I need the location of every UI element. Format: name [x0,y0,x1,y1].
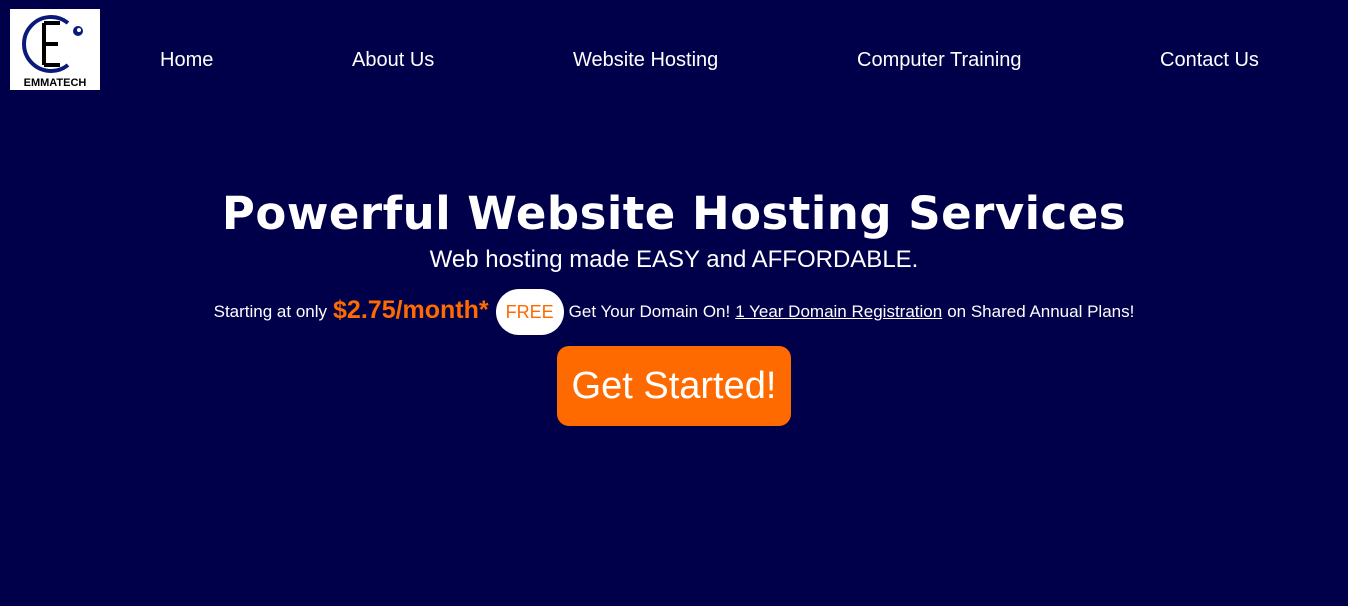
domain-registration-link[interactable]: 1 Year Domain Registration [735,302,942,322]
nav-home[interactable]: Home [160,48,213,72]
starting-text: Starting at only [213,302,328,321]
nav-about-us[interactable]: About Us [352,48,434,72]
plans-text: on Shared Annual Plans! [947,302,1135,321]
get-started-button[interactable]: Get Started! [557,346,791,426]
page: EMMATECH Home About Us Website Hosting C… [0,0,1348,606]
domain-text: Get Your Domain On! [568,302,731,321]
free-badge: FREE [495,289,564,335]
nav-website-hosting[interactable]: Website Hosting [573,48,718,72]
hero-subtitle: Web hosting made EASY and AFFORDABLE. [429,246,919,273]
price-text: $2.75/month* [333,295,489,324]
hero-title: Powerful Website Hosting Services [221,187,1127,240]
logo-text: EMMATECH [23,77,87,89]
nav-contact-us[interactable]: Contact Us [1160,48,1259,72]
offer-line: Starting at only $2.75/month* FREE Get Y… [0,288,1348,336]
nav-computer-training[interactable]: Computer Training [857,48,1022,72]
main-nav: Home About Us Website Hosting Computer T… [0,48,1348,72]
